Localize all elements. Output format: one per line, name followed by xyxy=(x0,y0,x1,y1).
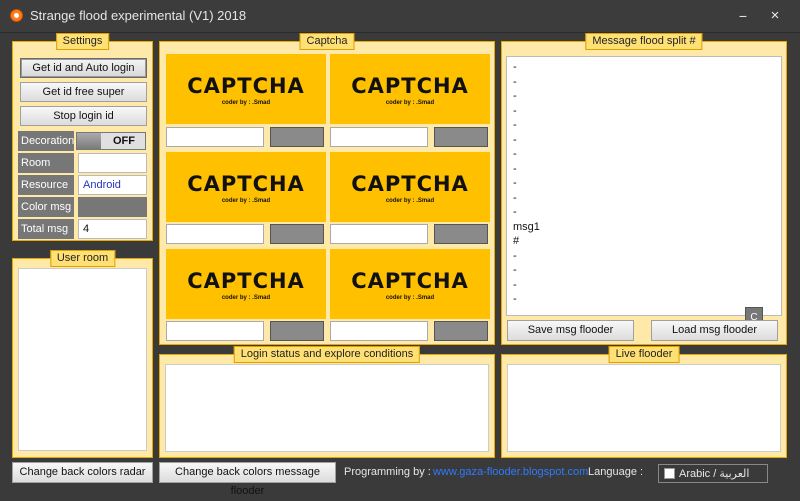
message-line: msg1 xyxy=(513,220,540,233)
captcha-submit-button[interactable] xyxy=(270,321,324,341)
captcha-credit: coder by : .Smad xyxy=(385,198,435,204)
captcha-input[interactable] xyxy=(330,127,428,147)
captcha-credit: coder by : .Smad xyxy=(221,295,271,301)
message-line: - xyxy=(513,177,517,189)
message-flood-title: Message flood split # xyxy=(585,33,703,50)
message-line: - xyxy=(513,249,517,262)
captcha-credit: coder by : .Smad xyxy=(221,100,271,106)
decoration-label: Decoration xyxy=(18,131,74,151)
captcha-title: Captcha xyxy=(299,33,355,50)
captcha-input[interactable] xyxy=(166,127,264,147)
captcha-credit: coder by : .Smad xyxy=(221,198,271,204)
live-flooder-panel: Live flooder xyxy=(501,346,787,458)
captcha-text: CAPTCHA xyxy=(187,74,305,98)
change-colors-radar-button[interactable]: Change back colors radar xyxy=(12,462,153,483)
captcha-image: CAPTCHA coder by : .Smad xyxy=(166,152,326,222)
title-bar: Strange flood experimental (V1) 2018 − × xyxy=(0,0,800,33)
captcha-input[interactable] xyxy=(166,224,264,244)
captcha-panel: Captcha CAPTCHA coder by : .Smad CAPTCHA… xyxy=(159,33,495,345)
color-msg-swatch[interactable] xyxy=(78,197,147,217)
get-id-free-super-button[interactable]: Get id free super xyxy=(20,82,147,102)
message-line: - xyxy=(513,133,517,146)
captcha-text: CAPTCHA xyxy=(351,172,469,196)
message-line: - xyxy=(513,162,517,175)
login-status-panel: Login status and explore conditions xyxy=(159,346,495,458)
decoration-toggle[interactable]: OFF xyxy=(76,132,146,150)
message-line: - xyxy=(513,206,517,218)
close-button[interactable]: × xyxy=(762,6,788,26)
live-flooder-title: Live flooder xyxy=(608,346,680,363)
captcha-input[interactable] xyxy=(330,224,428,244)
captcha-input[interactable] xyxy=(330,321,428,341)
captcha-submit-button[interactable] xyxy=(270,127,324,147)
room-label: Room xyxy=(18,153,74,173)
captcha-submit-button[interactable] xyxy=(434,127,488,147)
captcha-image: CAPTCHA coder by : .Smad xyxy=(330,152,490,222)
captcha-text: CAPTCHA xyxy=(351,269,469,293)
login-status-title: Login status and explore conditions xyxy=(233,346,421,363)
user-room-panel: User room xyxy=(12,250,153,458)
toggle-state: OFF xyxy=(113,135,135,147)
captcha-image: CAPTCHA coder by : .Smad xyxy=(330,54,490,124)
captcha-credit: coder by : .Smad xyxy=(385,295,435,301)
message-line: - xyxy=(513,61,517,73)
total-msg-label: Total msg xyxy=(18,219,74,239)
captcha-image: CAPTCHA coder by : .Smad xyxy=(330,249,490,319)
captcha-text: CAPTCHA xyxy=(187,172,305,196)
message-line: - xyxy=(513,119,517,131)
message-line: - xyxy=(513,278,517,291)
language-label: Language : xyxy=(588,466,644,478)
captcha-image: CAPTCHA coder by : .Smad xyxy=(166,54,326,124)
captcha-submit-button[interactable] xyxy=(434,321,488,341)
toggle-knob xyxy=(77,133,101,149)
message-line: - xyxy=(513,148,517,160)
message-line: - xyxy=(513,90,517,102)
window-title: Strange flood experimental (V1) 2018 xyxy=(30,8,247,23)
message-line: - xyxy=(513,264,517,276)
captcha-input[interactable] xyxy=(166,321,264,341)
captcha-submit-button[interactable] xyxy=(434,224,488,244)
settings-panel: Settings Get id and Auto login Get id fr… xyxy=(12,33,153,241)
app-icon xyxy=(10,9,23,22)
captcha-text: CAPTCHA xyxy=(187,269,305,293)
language-checkbox[interactable] xyxy=(664,468,675,479)
message-flood-panel: Message flood split # - - - - - - - - - … xyxy=(501,33,787,345)
resource-label: Resource xyxy=(18,175,74,195)
message-line: - xyxy=(513,104,517,117)
stop-login-id-button[interactable]: Stop login id xyxy=(20,106,147,126)
change-colors-message-flooder-button[interactable]: Change back colors message flooder xyxy=(159,462,336,497)
programming-link[interactable]: www.gaza-flooder.blogspot.com xyxy=(433,466,588,478)
captcha-text: CAPTCHA xyxy=(351,74,469,98)
user-room-title: User room xyxy=(49,250,116,267)
minimize-button[interactable]: − xyxy=(730,6,756,26)
room-input[interactable] xyxy=(78,153,147,173)
message-flood-textarea[interactable]: - - - - - - - - - - - msg1 # - - - - C xyxy=(506,56,782,327)
resource-input[interactable]: Android xyxy=(78,175,147,195)
message-line: - xyxy=(513,191,517,204)
login-status-log[interactable] xyxy=(165,364,489,452)
color-msg-label: Color msg xyxy=(18,197,74,217)
user-room-list[interactable] xyxy=(18,268,147,451)
save-msg-flooder-button[interactable]: Save msg flooder xyxy=(507,320,634,341)
captcha-submit-button[interactable] xyxy=(270,224,324,244)
language-option: Arabic / العربية xyxy=(679,468,750,480)
captcha-image: CAPTCHA coder by : .Smad xyxy=(166,249,326,319)
message-line: # xyxy=(513,235,520,247)
live-flooder-log[interactable] xyxy=(507,364,781,452)
message-line: - xyxy=(513,75,517,88)
get-id-auto-login-button[interactable]: Get id and Auto login xyxy=(20,58,147,78)
captcha-credit: coder by : .Smad xyxy=(385,100,435,106)
total-msg-input[interactable]: 4 xyxy=(78,219,147,239)
programming-label: Programming by : xyxy=(344,466,431,478)
settings-title: Settings xyxy=(55,33,110,50)
load-msg-flooder-button[interactable]: Load msg flooder xyxy=(651,320,778,341)
message-line: - xyxy=(513,293,517,305)
language-selector[interactable]: Arabic / العربية xyxy=(658,464,768,483)
